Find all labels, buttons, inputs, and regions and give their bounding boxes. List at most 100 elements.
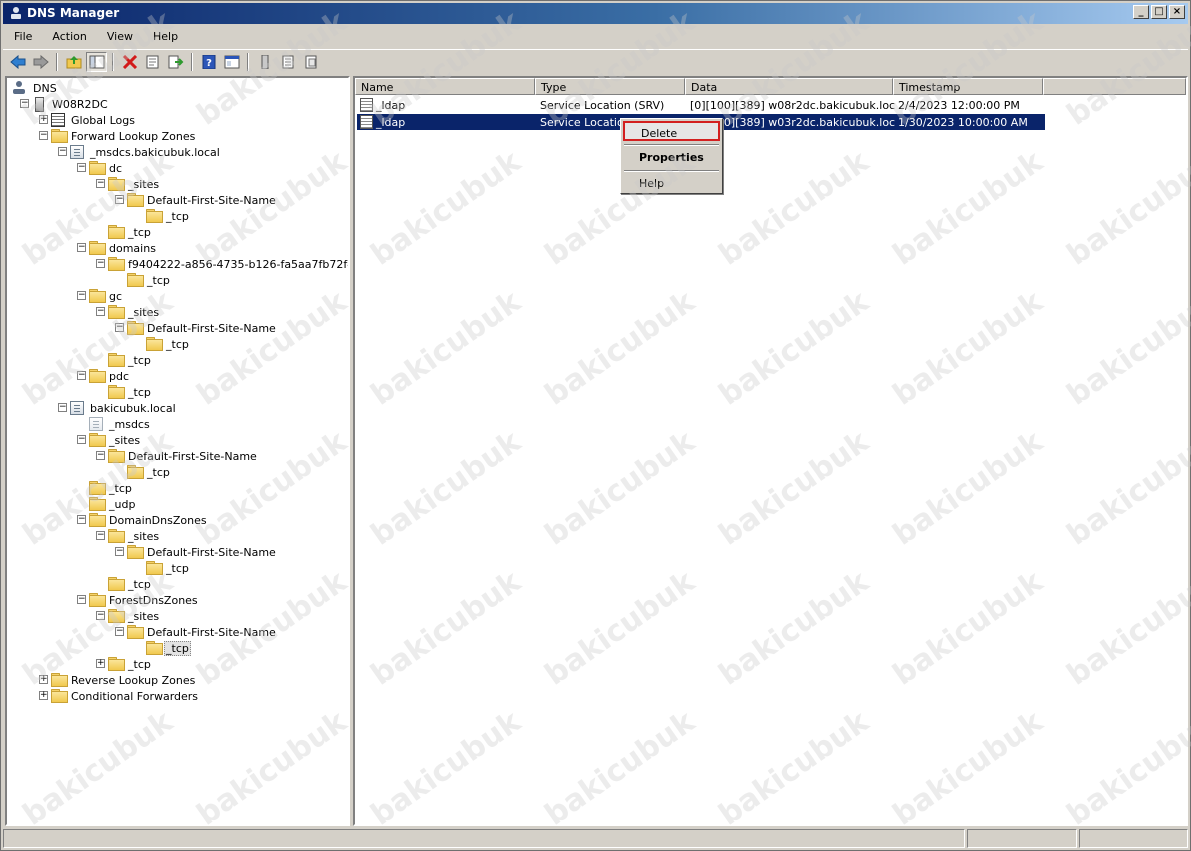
tree-item[interactable]: _tcp [7, 352, 347, 368]
tree-item-label: _sites [128, 178, 160, 191]
tree-item[interactable]: − domains [7, 240, 347, 256]
collapse-icon[interactable]: − [96, 307, 105, 316]
tree-item-label: DNS [33, 82, 57, 95]
tree-item[interactable]: _tcp [7, 336, 347, 352]
column-header-data[interactable]: Data [685, 78, 893, 95]
tree-item[interactable]: − Default-First-Site-Name [7, 544, 347, 560]
close-button[interactable]: × [1169, 5, 1185, 19]
server-icon[interactable] [254, 52, 275, 72]
expand-icon[interactable]: + [39, 675, 48, 684]
new-record-icon[interactable] [300, 52, 321, 72]
tree-item[interactable]: − gc [7, 288, 347, 304]
tree-item[interactable]: − _sites [7, 176, 347, 192]
dns-manager-app-icon [9, 6, 23, 20]
tree-item[interactable]: _tcp [7, 464, 347, 480]
tree-item[interactable]: _tcp [7, 224, 347, 240]
expand-icon[interactable]: + [39, 115, 48, 124]
up-folder-icon[interactable] [63, 52, 84, 72]
menu-help[interactable]: Help [142, 27, 187, 47]
menu-file[interactable]: File [3, 27, 41, 47]
console-tree-pane[interactable]: DNS − W08R2DC + Global Logs − Forward Lookup Z… [5, 76, 350, 826]
maximize-button[interactable]: □ [1151, 5, 1167, 19]
collapse-icon[interactable]: − [77, 371, 86, 380]
tree-item[interactable]: + _tcp [7, 656, 347, 672]
delete-icon[interactable] [119, 52, 140, 72]
details-pane[interactable]: Name Type Data Timestamp _ldap Service L… [353, 76, 1188, 826]
tree-item[interactable]: − Default-First-Site-Name [7, 624, 347, 640]
tree-item[interactable]: − _sites [7, 528, 347, 544]
collapse-icon[interactable]: − [96, 531, 105, 540]
menu-action[interactable]: Action [41, 27, 95, 47]
tree-item-label: _udp [109, 498, 136, 511]
collapse-icon[interactable]: − [96, 611, 105, 620]
collapse-icon[interactable]: − [77, 595, 86, 604]
tree-item[interactable]: _tcp [7, 480, 347, 496]
tree-item[interactable]: _tcp [7, 208, 347, 224]
tree-item[interactable]: + Conditional Forwarders [7, 688, 347, 704]
collapse-icon[interactable]: − [115, 195, 124, 204]
context-menu-delete[interactable]: Delete [623, 121, 720, 141]
tree-item[interactable]: _tcp [7, 272, 347, 288]
tree-item[interactable]: − bakicubuk.local [7, 400, 347, 416]
properties-icon[interactable] [142, 52, 163, 72]
context-menu-help[interactable]: Help [623, 173, 720, 193]
tree-item[interactable]: − Default-First-Site-Name [7, 192, 347, 208]
collapse-icon[interactable]: − [77, 435, 86, 444]
collapse-icon[interactable]: − [115, 323, 124, 332]
back-icon[interactable] [7, 52, 28, 72]
tree-item[interactable]: − _sites [7, 432, 347, 448]
console-icon[interactable] [221, 52, 242, 72]
collapse-icon[interactable]: − [20, 99, 29, 108]
collapse-icon[interactable]: − [77, 291, 86, 300]
context-menu-properties[interactable]: Properties [623, 147, 720, 167]
show-tree-icon[interactable] [86, 51, 107, 72]
expand-icon[interactable]: + [96, 659, 105, 668]
list-item[interactable]: _ldap Service Location (SRV) [0][100][38… [357, 97, 1045, 113]
collapse-icon[interactable]: − [96, 259, 105, 268]
column-header-timestamp[interactable]: Timestamp [893, 78, 1043, 95]
column-header-type[interactable]: Type [535, 78, 685, 95]
tree-item[interactable]: _tcp [7, 640, 347, 656]
collapse-icon[interactable]: − [115, 627, 124, 636]
tree-item[interactable]: + Global Logs [7, 112, 347, 128]
collapse-icon[interactable]: − [96, 451, 105, 460]
collapse-icon[interactable]: − [58, 147, 67, 156]
tree-item[interactable]: − Default-First-Site-Name [7, 448, 347, 464]
list-icon[interactable] [277, 52, 298, 72]
forward-icon[interactable] [30, 52, 51, 72]
menu-view[interactable]: View [96, 27, 142, 47]
tree-item[interactable]: − _sites [7, 304, 347, 320]
tree-item[interactable]: DNS [7, 80, 347, 96]
tree-item[interactable]: − Forward Lookup Zones [7, 128, 347, 144]
tree-item[interactable]: _tcp [7, 560, 347, 576]
collapse-icon[interactable]: − [77, 515, 86, 524]
export-icon[interactable] [165, 52, 186, 72]
tree-item[interactable]: − pdc [7, 368, 347, 384]
tree-item[interactable]: − Default-First-Site-Name [7, 320, 347, 336]
collapse-icon[interactable]: − [77, 163, 86, 172]
help-icon[interactable]: ? [198, 52, 219, 72]
column-header-name[interactable]: Name [355, 78, 535, 95]
collapse-icon[interactable]: − [39, 131, 48, 140]
tree-item[interactable]: _msdcs [7, 416, 347, 432]
tree-item[interactable]: − DomainDnsZones [7, 512, 347, 528]
expand-icon[interactable]: + [39, 691, 48, 700]
tree-item[interactable]: _tcp [7, 384, 347, 400]
tree-item[interactable]: _tcp [7, 576, 347, 592]
collapse-icon[interactable]: − [58, 403, 67, 412]
tree-item[interactable]: − ForestDnsZones [7, 592, 347, 608]
tree-item[interactable]: − f9404222-a856-4735-b126-fa5aa7fb72f4 [7, 256, 348, 272]
tree-item[interactable]: − _sites [7, 608, 347, 624]
tree-item[interactable]: + Reverse Lookup Zones [7, 672, 347, 688]
tree-item[interactable]: _udp [7, 496, 347, 512]
title-bar[interactable]: DNS Manager _ □ × [3, 3, 1188, 24]
collapse-icon[interactable]: − [115, 547, 124, 556]
collapse-icon[interactable]: − [77, 243, 86, 252]
tree-item[interactable]: − dc [7, 160, 347, 176]
minimize-button[interactable]: _ [1133, 5, 1149, 19]
tree-item[interactable]: − _msdcs.bakicubuk.local [7, 144, 347, 160]
zone-icon [70, 401, 86, 415]
tree-item[interactable]: − W08R2DC [7, 96, 347, 112]
folder-icon [108, 449, 125, 463]
collapse-icon[interactable]: − [96, 179, 105, 188]
